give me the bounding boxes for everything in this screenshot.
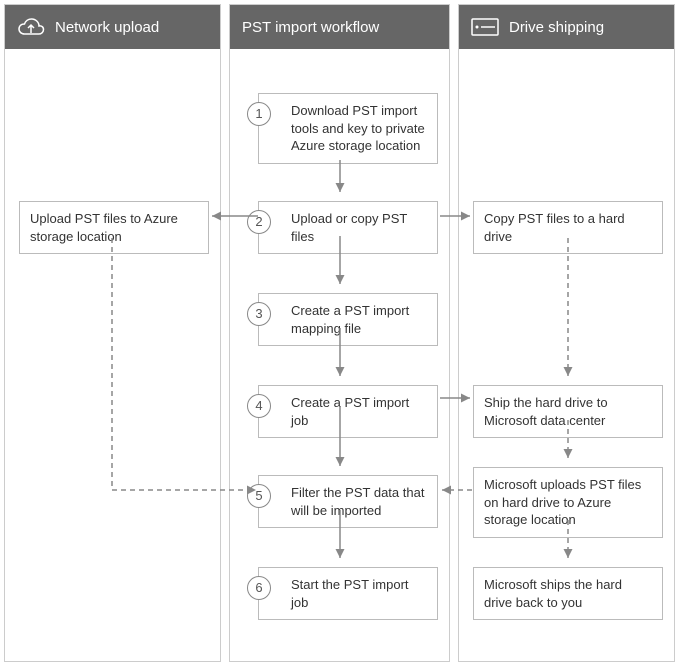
column-drive-shipping: Drive shipping Copy PST files to a hard … bbox=[458, 4, 675, 662]
box-copy-pst-hard-drive: Copy PST files to a hard drive bbox=[473, 201, 663, 254]
step-number-1: 1 bbox=[247, 102, 271, 126]
box-text: Copy PST files to a hard drive bbox=[484, 211, 625, 244]
step-number-4: 4 bbox=[247, 394, 271, 418]
step-6: 6 Start the PST import job bbox=[258, 567, 438, 620]
step-number-5: 5 bbox=[247, 484, 271, 508]
column-network-upload: Network upload Upload PST files to Azure… bbox=[4, 4, 221, 662]
step-text: Create a PST import mapping file bbox=[291, 303, 409, 336]
step-text: Start the PST import job bbox=[291, 577, 409, 610]
step-text: Upload or copy PST files bbox=[291, 211, 407, 244]
step-4: 4 Create a PST import job bbox=[258, 385, 438, 438]
column-header-mid: PST import workflow bbox=[230, 5, 449, 49]
cloud-upload-icon bbox=[17, 16, 45, 38]
box-text: Ship the hard drive to Microsoft data ce… bbox=[484, 395, 608, 428]
column-pst-workflow: PST import workflow 1 Download PST impor… bbox=[229, 4, 450, 662]
step-3: 3 Create a PST import mapping file bbox=[258, 293, 438, 346]
box-upload-pst-azure: Upload PST files to Azure storage locati… bbox=[19, 201, 209, 254]
box-ms-ships-back: Microsoft ships the hard drive back to y… bbox=[473, 567, 663, 620]
hard-drive-icon bbox=[471, 18, 499, 36]
diagram-container: Network upload Upload PST files to Azure… bbox=[0, 0, 679, 666]
column-title-right: Drive shipping bbox=[509, 19, 604, 36]
column-header-right: Drive shipping bbox=[459, 5, 674, 49]
step-5: 5 Filter the PST data that will be impor… bbox=[258, 475, 438, 528]
step-number-2: 2 bbox=[247, 210, 271, 234]
box-text: Microsoft uploads PST files on hard driv… bbox=[484, 477, 641, 527]
step-number-6: 6 bbox=[247, 576, 271, 600]
step-text: Create a PST import job bbox=[291, 395, 409, 428]
step-1: 1 Download PST import tools and key to p… bbox=[258, 93, 438, 164]
step-text: Download PST import tools and key to pri… bbox=[291, 103, 425, 153]
column-title-left: Network upload bbox=[55, 19, 159, 36]
box-ship-hard-drive: Ship the hard drive to Microsoft data ce… bbox=[473, 385, 663, 438]
column-header-left: Network upload bbox=[5, 5, 220, 49]
box-text: Upload PST files to Azure storage locati… bbox=[30, 211, 178, 244]
step-number-3: 3 bbox=[247, 302, 271, 326]
step-text: Filter the PST data that will be importe… bbox=[291, 485, 424, 518]
step-2: 2 Upload or copy PST files bbox=[258, 201, 438, 254]
box-text: Microsoft ships the hard drive back to y… bbox=[484, 577, 622, 610]
column-title-mid: PST import workflow bbox=[242, 19, 379, 36]
box-ms-uploads-pst: Microsoft uploads PST files on hard driv… bbox=[473, 467, 663, 538]
